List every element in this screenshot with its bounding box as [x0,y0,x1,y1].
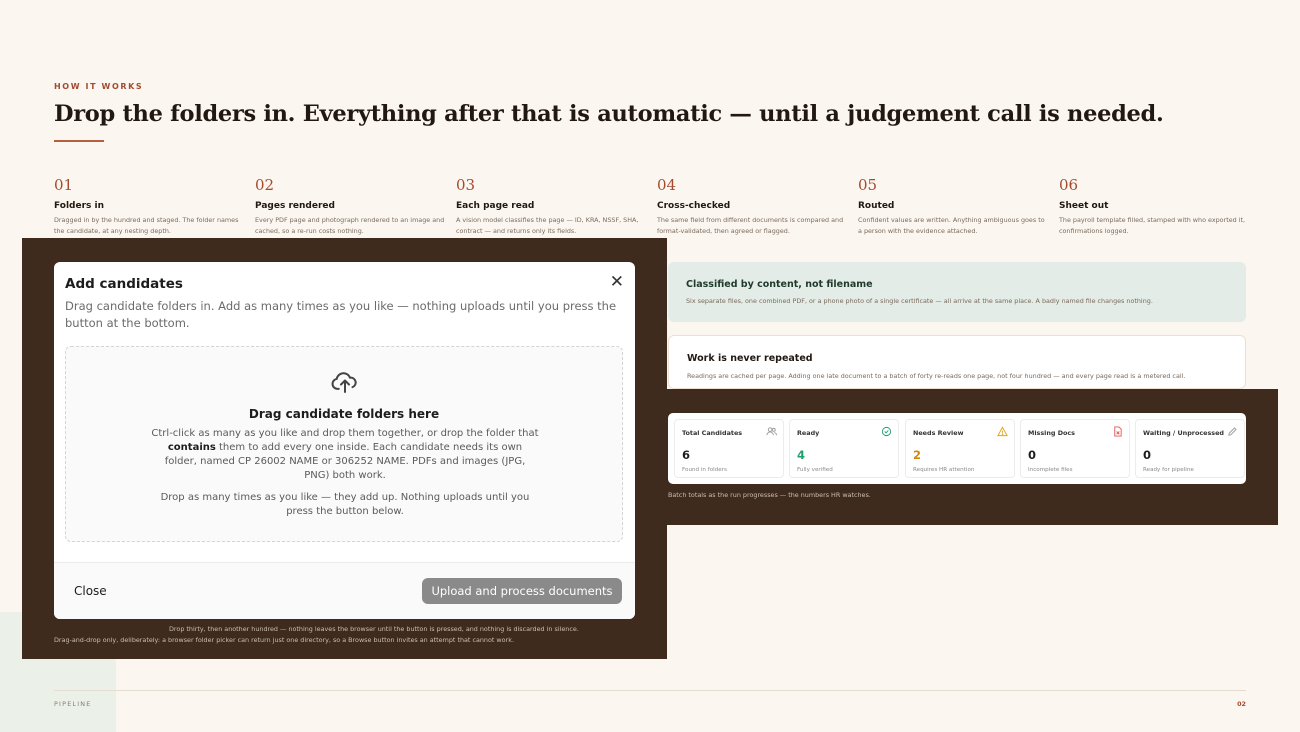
step-description: Dragged in by the hundred and staged. Th… [54,216,239,235]
step-cross-checked: 04 Cross-checked The same field from dif… [657,176,849,236]
stat-total-candidates: Total Candidates 6 Found in folders [674,419,784,478]
pipeline-steps: 01 Folders in Dragged in by the hundred … [54,176,1254,240]
step-folders-in: 01 Folders in Dragged in by the hundred … [54,176,246,236]
stat-value: 2 [913,448,922,462]
stat-ready: Ready 4 Fully verified [789,419,899,478]
step-number: 06 [1059,176,1079,194]
step-number: 01 [54,176,74,194]
step-number: 03 [456,176,476,194]
stat-needs-review: Needs Review 2 Requires HR attention [905,419,1015,478]
stat-subtext: Incomplete files [1028,467,1073,473]
stat-waiting-unprocessed: Waiting / Unprocessed 0 Ready for pipeli… [1135,419,1245,478]
step-description: Every PDF page and photograph rendered t… [255,216,445,235]
stat-missing-docs: Missing Docs 0 Incomplete files [1020,419,1130,478]
step-title: Cross-checked [657,201,731,211]
dropzone-emphasis: contains [167,442,216,453]
stat-label: Needs Review [913,429,964,437]
stat-value: 0 [1143,448,1152,462]
users-icon [766,427,777,436]
step-pages-rendered: 02 Pages rendered Every PDF page and pho… [255,176,447,236]
card-title: Work is never repeated [687,353,813,364]
card-description: Readings are cached per page. Adding one… [687,372,1186,380]
cloud-upload-icon [331,372,357,393]
stat-value: 6 [682,448,691,462]
dropzone-instructions: Ctrl-click as many as you like and drop … [151,428,539,481]
never-repeated-card: Work is never repeated Readings are cach… [668,335,1246,389]
stats-caption: Batch totals as the run progresses — the… [668,491,871,499]
stat-label: Missing Docs [1028,429,1075,437]
check-circle-icon [881,426,892,437]
step-description: The payroll template filled, stamped wit… [1059,216,1246,235]
classified-by-content-card: Classified by content, not filename Six … [668,262,1246,322]
upload-process-button[interactable]: Upload and process documents [422,578,622,604]
stat-subtext: Fully verified [797,467,833,473]
step-title: Pages rendered [255,201,335,211]
step-description: A vision model classifies the page — ID,… [456,216,639,235]
stat-label: Ready [797,429,820,437]
footer-divider [54,690,1246,691]
batch-stats-panel: Total Candidates 6 Found in folders Read… [668,413,1246,484]
dialog-footer: Close Upload and process documents [54,562,635,619]
warning-icon [997,426,1008,437]
stat-value: 4 [797,448,806,462]
card-title: Classified by content, not filename [686,279,873,290]
section-eyebrow: HOW IT WORKS [54,82,144,91]
step-title: Each page read [456,201,535,211]
stat-value: 0 [1028,448,1037,462]
step-number: 02 [255,176,275,194]
step-title: Folders in [54,201,105,211]
dialog-title: Add candidates [65,276,183,292]
folder-dropzone[interactable]: Drag candidate folders here Ctrl-click a… [65,346,623,542]
stat-subtext: Ready for pipeline [1143,467,1194,473]
step-number: 04 [657,176,677,194]
step-title: Sheet out [1059,201,1109,211]
stat-subtext: Requires HR attention [913,467,975,473]
footer-section-label: PIPELINE [54,700,92,708]
step-description: Confident values are written. Anything a… [858,216,1045,235]
close-icon[interactable]: ✕ [610,272,624,292]
accent-rule [54,140,104,142]
step-title: Routed [858,201,895,211]
section-headline: Drop the folders in. Everything after th… [54,101,1164,127]
dropzone-title: Drag candidate folders here [248,407,440,421]
dropzone-note: Drop as many times as you like — they ad… [160,492,530,517]
card-description: Six separate files, one combined PDF, or… [686,297,1153,305]
file-x-icon [1114,426,1122,437]
stat-label: Waiting / Unprocessed [1143,429,1224,437]
step-sheet-out: 06 Sheet out The payroll template filled… [1059,176,1251,236]
stat-subtext: Found in folders [682,467,727,473]
pencil-icon [1228,427,1237,436]
step-routed: 05 Routed Confident values are written. … [858,176,1050,236]
stat-label: Total Candidates [682,429,743,437]
close-button[interactable]: Close [74,584,107,598]
step-page-read: 03 Each page read A vision model classif… [456,176,648,236]
page-number: 02 [1237,700,1246,708]
dialog-subtitle: Drag candidate folders in. Add as many t… [65,299,617,330]
step-number: 05 [858,176,878,194]
add-candidates-dialog: Add candidates ✕ Drag candidate folders … [54,262,635,619]
step-description: The same field from different documents … [657,216,844,235]
dialog-caption: Drop thirty, then another hundred — noth… [54,625,579,644]
